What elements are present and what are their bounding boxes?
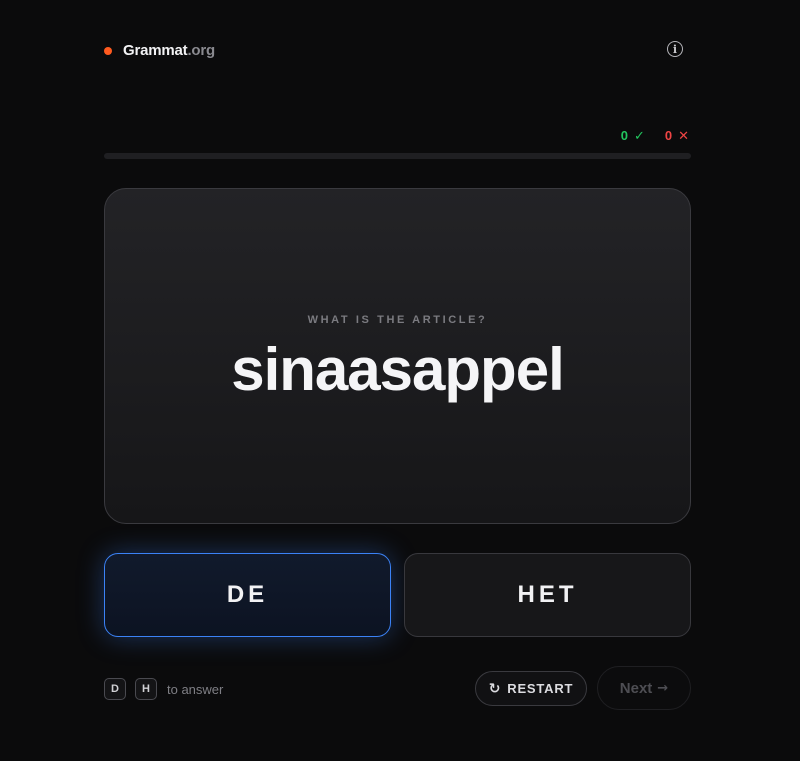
restart-icon: ↻ <box>488 680 502 697</box>
brand-name: Grammat <box>123 42 188 59</box>
next-label: Next <box>619 679 653 697</box>
arrow-right-icon: → <box>657 680 669 696</box>
header: Grammat .org i <box>104 38 691 66</box>
info-icon[interactable]: i <box>667 41 683 57</box>
correct-count: 0 ✓ <box>620 128 645 143</box>
score-display: 0 ✓ 0 ✕ <box>621 128 689 144</box>
footer: D H to answer ↻ RESTART Next → <box>104 666 691 710</box>
answer-options: DE HET <box>104 553 691 637</box>
cross-icon: ✕ <box>678 128 689 143</box>
question-card: WHAT IS THE ARTICLE? sinaasappel <box>104 188 691 524</box>
brand-dot <box>104 46 112 55</box>
answer-het-button[interactable]: HET <box>404 553 691 637</box>
brand-logo[interactable]: Grammat .org <box>104 42 215 59</box>
brand-tld: .org <box>187 42 215 59</box>
keyboard-hint: D H to answer <box>104 678 223 700</box>
restart-label: RESTART <box>507 681 574 696</box>
key-h: H <box>135 678 157 700</box>
question-word: sinaasappel <box>231 336 565 403</box>
question-prompt: WHAT IS THE ARTICLE? <box>307 314 488 326</box>
restart-button[interactable]: ↻ RESTART <box>475 671 587 706</box>
hint-text: to answer <box>167 681 224 697</box>
answer-de-button[interactable]: DE <box>104 553 391 637</box>
key-d: D <box>104 678 126 700</box>
wrong-count: 0 ✕ <box>664 128 689 143</box>
next-button[interactable]: Next → <box>597 666 691 710</box>
check-icon: ✓ <box>633 128 645 143</box>
progress-bar <box>104 153 691 159</box>
